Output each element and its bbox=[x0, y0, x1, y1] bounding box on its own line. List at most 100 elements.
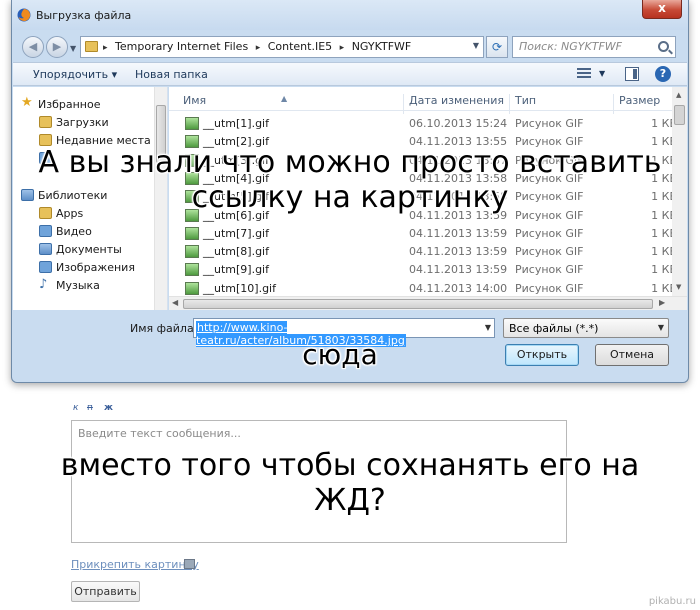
breadcrumb-separator: ▸ bbox=[339, 43, 345, 53]
scroll-right-icon[interactable]: ▶ bbox=[659, 298, 665, 307]
caption-top: А вы знали что можно просто вставить ссы… bbox=[0, 145, 700, 215]
strike-format-button[interactable]: п bbox=[87, 403, 93, 413]
title-bar[interactable]: Выгрузка файла x bbox=[12, 0, 688, 30]
address-dropdown-icon[interactable]: ▼ bbox=[473, 41, 479, 50]
file-date: 06.10.2013 15:24 bbox=[409, 117, 508, 130]
search-placeholder: Поиск: NGYKTFWF bbox=[519, 40, 622, 53]
gif-file-icon bbox=[185, 263, 199, 277]
chevron-down-icon: ▼ bbox=[657, 323, 664, 332]
file-name: __utm[8].gif bbox=[203, 245, 269, 259]
file-name: __utm[1].gif bbox=[203, 117, 269, 130]
vertical-scroll-thumb[interactable] bbox=[674, 105, 685, 125]
nav-item-label: Изображения bbox=[56, 261, 135, 274]
file-type: Рисунок GIF bbox=[515, 281, 584, 295]
file-row[interactable]: __utm[8].gif 04.11.2013 13:59 Рисунок GIF 1… bbox=[169, 243, 677, 261]
file-type: Рисунок GIF bbox=[515, 263, 584, 277]
file-row[interactable]: __utm[10].gif 04.11.2013 14:00 Рисунок GIF… bbox=[169, 280, 677, 298]
refresh-button[interactable]: ⟳ bbox=[486, 36, 508, 58]
breadcrumb: ▸ Temporary Internet Files ▸ Content.IE5… bbox=[103, 40, 415, 53]
attach-image-link[interactable]: Прикрепить картинку bbox=[71, 558, 199, 571]
caption-line: вместо того чтобы сохнанять его на bbox=[60, 448, 640, 483]
window-title: Выгрузка файла bbox=[36, 9, 132, 22]
gif-file-icon bbox=[185, 226, 199, 240]
file-type: Рисунок GIF bbox=[515, 117, 584, 130]
file-size: 1 КБ bbox=[651, 245, 677, 259]
file-type-select[interactable]: Все файлы (*.*) ▼ bbox=[503, 318, 669, 338]
scroll-down-icon[interactable]: ▼ bbox=[676, 283, 681, 291]
filename-label: Имя файла: bbox=[130, 322, 198, 335]
nav-item-label: Документы bbox=[56, 243, 122, 256]
nav-item-label: Видео bbox=[56, 225, 92, 238]
downloads-folder-icon bbox=[39, 116, 52, 128]
file-date: 04.11.2013 13:59 bbox=[409, 226, 508, 240]
scroll-up-icon[interactable]: ▲ bbox=[676, 91, 681, 99]
forward-button[interactable]: ▶ bbox=[46, 36, 68, 58]
images-icon bbox=[39, 261, 52, 273]
gif-file-icon bbox=[185, 117, 199, 130]
caption-bottom: вместо того чтобы сохнанять его на ЖД? bbox=[40, 448, 660, 518]
filename-input[interactable]: http://www.kino-teatr.ru/acter/album/518… bbox=[193, 318, 495, 347]
column-size[interactable]: Размер bbox=[619, 94, 660, 107]
help-icon[interactable]: ? bbox=[655, 66, 671, 82]
cancel-button[interactable]: Отмена bbox=[595, 344, 669, 366]
breadcrumb-item[interactable]: Content.IE5 bbox=[268, 40, 332, 53]
column-date[interactable]: Дата изменения bbox=[409, 94, 504, 107]
file-type: Рисунок GIF bbox=[515, 245, 584, 259]
preview-pane-icon[interactable] bbox=[625, 67, 639, 81]
file-type: Рисунок GIF bbox=[515, 226, 584, 240]
music-icon: ♪ bbox=[39, 277, 48, 292]
file-name: __utm[9].gif bbox=[203, 263, 269, 277]
back-button[interactable]: ◀ bbox=[22, 36, 44, 58]
file-name: __utm[7].gif bbox=[203, 226, 269, 240]
breadcrumb-item[interactable]: Temporary Internet Files bbox=[115, 40, 248, 53]
horizontal-scroll-thumb[interactable] bbox=[183, 299, 653, 309]
file-date: 04.11.2013 13:59 bbox=[409, 263, 508, 277]
nav-item-label: Музыка bbox=[56, 279, 100, 292]
address-bar[interactable]: ▸ Temporary Internet Files ▸ Content.IE5… bbox=[80, 36, 484, 58]
file-row[interactable]: __utm[9].gif 04.11.2013 13:59 Рисунок GIF 1… bbox=[169, 261, 677, 279]
file-row[interactable]: __utm[1].gif 06.10.2013 15:24 Рисунок GIF 1… bbox=[169, 115, 677, 133]
firefox-icon bbox=[17, 8, 31, 22]
video-icon bbox=[39, 225, 52, 237]
column-name[interactable]: Имя bbox=[183, 94, 206, 107]
column-divider[interactable] bbox=[403, 94, 404, 114]
caption-line: А вы знали что можно просто вставить bbox=[38, 145, 662, 180]
close-button[interactable]: x bbox=[642, 0, 682, 19]
column-divider[interactable] bbox=[509, 94, 510, 114]
italic-format-button[interactable]: к bbox=[73, 403, 78, 413]
filename-dropdown-icon[interactable]: ▼ bbox=[485, 323, 491, 332]
scroll-left-icon[interactable]: ◀ bbox=[172, 298, 178, 307]
documents-icon bbox=[39, 243, 52, 255]
send-button[interactable]: Отправить bbox=[71, 581, 140, 602]
bold-format-button[interactable]: ж bbox=[104, 403, 113, 413]
file-list-horizontal-scrollbar[interactable]: ◀ ▶ bbox=[169, 296, 687, 310]
file-size: 1 КБ bbox=[651, 281, 677, 295]
folder-icon bbox=[85, 41, 98, 52]
search-input[interactable]: Поиск: NGYKTFWF bbox=[512, 36, 676, 58]
gif-file-icon bbox=[185, 245, 199, 259]
image-icon[interactable] bbox=[184, 559, 195, 569]
gif-file-icon bbox=[185, 281, 199, 295]
open-button[interactable]: Открыть bbox=[505, 344, 579, 366]
file-size: 1 КБ bbox=[651, 226, 677, 240]
view-options-icon[interactable] bbox=[577, 68, 591, 80]
view-dropdown-icon[interactable]: ▼ bbox=[599, 69, 605, 78]
breadcrumb-separator: ▸ bbox=[255, 43, 261, 53]
file-date: 04.11.2013 13:59 bbox=[409, 245, 508, 259]
column-divider[interactable] bbox=[613, 94, 614, 114]
history-dropdown-icon[interactable]: ▼ bbox=[70, 44, 76, 53]
breadcrumb-separator: ▸ bbox=[103, 43, 108, 53]
file-name: __utm[10].gif bbox=[203, 281, 276, 295]
organize-button[interactable]: Упорядочить ▾ bbox=[33, 68, 117, 81]
nav-item-label: Загрузки bbox=[56, 116, 109, 129]
file-row[interactable]: __utm[7].gif 04.11.2013 13:59 Рисунок GIF 1… bbox=[169, 225, 677, 243]
caption-line: ссылку на картинку bbox=[191, 179, 509, 215]
column-type[interactable]: Тип bbox=[515, 94, 536, 107]
site-watermark: pikabu.ru bbox=[648, 596, 696, 607]
message-placeholder: Введите текст сообщения... bbox=[78, 427, 241, 440]
file-type-value: Все файлы (*.*) bbox=[509, 322, 599, 335]
new-folder-button[interactable]: Новая папка bbox=[135, 68, 208, 81]
toolbar: Упорядочить ▾ Новая папка ▼ ? bbox=[13, 62, 687, 86]
breadcrumb-item[interactable]: NGYKTFWF bbox=[352, 40, 412, 53]
file-date: 04.11.2013 14:00 bbox=[409, 281, 508, 295]
